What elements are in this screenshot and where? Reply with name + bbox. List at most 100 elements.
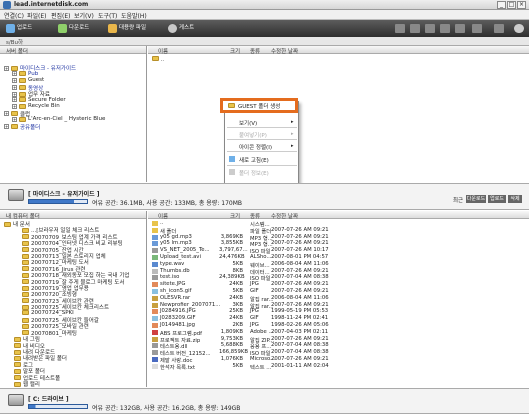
file-type: 텍스트 ...	[250, 364, 272, 371]
create-guest-folder-item[interactable]: GUEST 폴더 생성	[220, 98, 298, 113]
expand-icon[interactable]: +	[12, 97, 17, 102]
col-type[interactable]: 종류	[250, 47, 260, 55]
file-size: 3KB	[232, 301, 243, 308]
file-date: 2001-01-11 AM 02:04	[271, 362, 329, 369]
guest-icon	[168, 24, 177, 33]
file-type: GIF	[250, 288, 259, 294]
expand-icon[interactable]: +	[12, 103, 17, 109]
table-row[interactable]: 한석자 목록.txt 5KB 텍스트 ... 2001-01-11 AM 02:04	[148, 362, 528, 371]
file-icon	[152, 275, 158, 281]
menu-help[interactable]: 도움말(H)	[121, 11, 147, 20]
server-folder-header: 서버 폴더	[0, 46, 146, 55]
menu-view[interactable]: 보기(V)	[74, 11, 94, 20]
tree-item[interactable]: + L'Arc-en-Ciel _ Hysteric Blue	[12, 116, 105, 122]
download-button[interactable]: 다운로드	[58, 23, 89, 34]
menu-item-arrange-icons[interactable]: 아이콘 정렬(I)	[239, 143, 272, 151]
file-icon	[152, 248, 158, 254]
tree-item[interactable]: 웹 캘리	[14, 380, 40, 387]
menu-separator	[227, 139, 297, 140]
close-button[interactable]: ×	[517, 1, 526, 9]
tree-item-label: 웹 캘리	[23, 382, 40, 387]
submenu-arrow-icon: ▸	[291, 119, 294, 125]
expand-icon[interactable]: +	[4, 124, 9, 129]
local-file-header: 이름 크기 종류 수정한 날짜	[148, 211, 529, 220]
rename-icon[interactable]	[455, 24, 465, 33]
file-size: 1,076KB	[220, 356, 243, 362]
server-file-header: 이름 크기 종류 수정한 날짜	[148, 46, 529, 55]
menu-connect[interactable]: 연결(C)	[4, 11, 24, 20]
tree-item[interactable]: + 공유폴더	[4, 123, 40, 131]
file-size: 3,869KB	[220, 233, 243, 240]
file-size: 3,855KB	[220, 240, 243, 247]
server-file-pane: 이름 크기 종류 수정한 날짜 ..	[148, 46, 529, 182]
menu-bar: 연결(C) 파일(E) 편집(E) 보기(V) 도구(T) 도움말(H)	[0, 10, 529, 20]
folder-icon	[19, 77, 26, 83]
list-item[interactable]: ..	[152, 56, 164, 63]
col-type[interactable]: 종류	[250, 212, 260, 220]
view-icon[interactable]	[472, 24, 482, 33]
paste-icon[interactable]	[425, 24, 435, 33]
menu-item-paste[interactable]: 붙여넣기(P)	[239, 131, 267, 139]
menu-file[interactable]: 파일(E)	[27, 11, 47, 20]
file-name: 한석자 목록.txt	[160, 364, 196, 371]
menu-item-refresh[interactable]: 새로 고침(E)	[239, 156, 269, 164]
file-type: JPG	[250, 281, 259, 288]
col-date[interactable]: 수정한 날짜	[271, 212, 298, 220]
tree-item[interactable]: + Recycle Bin	[12, 103, 60, 109]
delete-icon[interactable]	[440, 24, 450, 33]
settings-icon[interactable]	[514, 24, 524, 33]
folder-icon	[19, 116, 26, 122]
upload-button[interactable]: 업로드	[6, 23, 32, 34]
menu-edit[interactable]: 편집(E)	[51, 11, 71, 20]
tree-item[interactable]: + Pub	[12, 71, 38, 77]
file-name: test.iso	[160, 274, 180, 281]
download-small-button[interactable]: 다운로드	[466, 195, 486, 203]
menu-item-folder-info[interactable]: 폴더 정보(E)	[239, 169, 269, 177]
file-icon	[152, 309, 158, 315]
file-name: OLESVR.rar	[160, 294, 191, 301]
disk-icon	[8, 189, 24, 201]
window-title: lead.internetdisk.com	[14, 1, 89, 8]
cut-icon[interactable]	[395, 24, 405, 33]
file-size: 25KB	[229, 308, 243, 315]
expand-icon[interactable]: +	[4, 111, 9, 116]
guest-button[interactable]: 게스트	[168, 23, 194, 34]
expand-icon[interactable]: +	[12, 77, 17, 83]
bigfile-button[interactable]: 대용량 파일	[108, 23, 146, 34]
col-name[interactable]: 이름	[158, 212, 168, 220]
col-date[interactable]: 수정한 날짜	[271, 47, 298, 55]
file-size: 8KB	[232, 267, 243, 274]
tree-item[interactable]: + Secure Folder	[12, 97, 66, 103]
file-date: 2007-07-04 AM 08:38	[271, 342, 329, 349]
minimize-button[interactable]: _	[497, 1, 506, 9]
upload-small-button[interactable]: 업로드	[488, 195, 506, 203]
col-size[interactable]: 크기	[230, 47, 240, 55]
file-name: y05 lm.mp3	[160, 240, 192, 247]
maximize-button[interactable]: □	[507, 1, 516, 9]
menu-item-view[interactable]: 보기(V)	[239, 119, 257, 127]
delete-small-button[interactable]: 삭제	[508, 195, 522, 203]
expand-icon[interactable]: +	[4, 65, 9, 71]
file-size: 9,753KB	[220, 335, 243, 342]
local-folder-pane: 내 컴퓨터 폴더 내 문서 ...[브라우저 일일 체크 리스트 20070709_…	[0, 211, 147, 387]
expand-icon[interactable]: +	[12, 116, 17, 122]
tree-item-label: 공유폴더	[20, 124, 41, 131]
toolbar: 업로드 다운로드 대용량 파일 게스트	[0, 20, 529, 37]
expand-icon[interactable]: +	[12, 71, 17, 76]
list-icon[interactable]	[494, 24, 504, 33]
file-date: 2007-08-01 PM 04:57	[271, 254, 329, 260]
file-type: JPG	[250, 322, 259, 328]
folder-icon	[228, 103, 235, 108]
address-bar[interactable]: s/Bu하	[0, 37, 529, 46]
drive-usage-info: 여유 공간: 132GB, 사용 공간: 16.2GB, 총 용량: 149GB	[92, 405, 241, 412]
copy-icon[interactable]	[410, 24, 420, 33]
file-date: 2007-07-26 AM 10:17	[271, 247, 329, 254]
file-icon	[152, 241, 158, 247]
col-size[interactable]: 크기	[230, 212, 240, 220]
menu-tools[interactable]: 도구(T)	[98, 11, 117, 20]
tree-item[interactable]: + Guest	[12, 77, 44, 83]
tree-item[interactable]: 20070724_SPKI	[22, 310, 74, 316]
file-size: 5KB	[232, 260, 243, 267]
file-icon	[152, 282, 158, 288]
col-name[interactable]: 이름	[158, 47, 168, 55]
